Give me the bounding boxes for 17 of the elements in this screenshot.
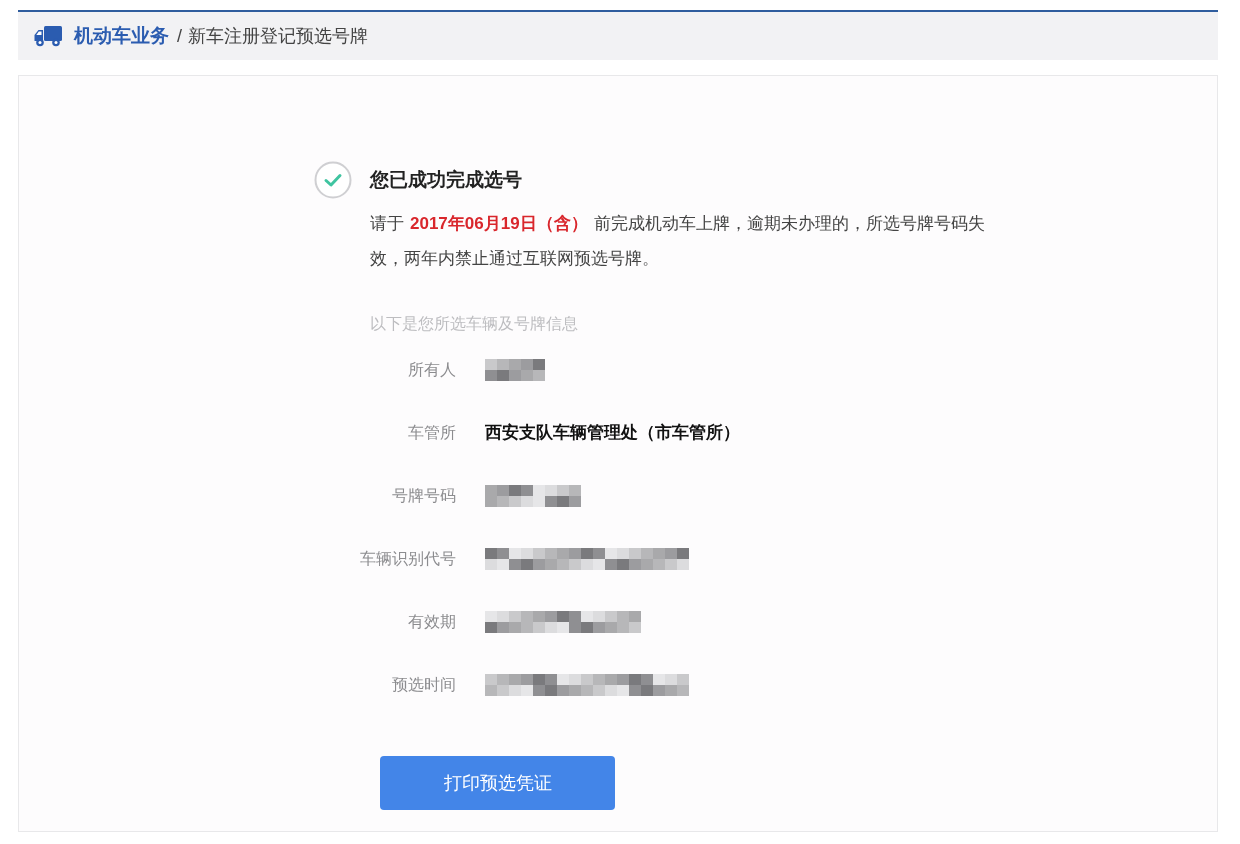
- breadcrumb-link[interactable]: 机动车业务: [74, 21, 169, 51]
- notice-text: 请于 2017年06月19日（含） 前完成机动车上牌，逾期未办理的，所选号牌号码失效，两年内禁止通过互联网预选号牌。: [370, 213, 986, 270]
- detail-label: 车辆识别代号: [360, 548, 456, 569]
- check-circle-icon: [314, 161, 352, 199]
- truck-icon: [34, 25, 62, 47]
- detail-label: 预选时间: [392, 674, 456, 695]
- detail-value: 西安支队车辆管理处（市车管所）: [485, 421, 740, 444]
- detail-label: 车管所: [408, 422, 456, 443]
- print-button[interactable]: 打印预选凭证: [380, 756, 615, 810]
- pixelated-value: [485, 358, 545, 381]
- page-title: 新车注册登记预选号牌: [188, 24, 368, 48]
- detail-label: 所有人: [408, 359, 456, 380]
- breadcrumb-separator: /: [177, 24, 182, 48]
- details-heading: 以下是您所选车辆及号牌信息: [370, 314, 579, 334]
- detail-label: 号牌号码: [392, 485, 456, 506]
- detail-label: 有效期: [408, 611, 456, 632]
- success-title: 您已成功完成选号: [370, 168, 522, 192]
